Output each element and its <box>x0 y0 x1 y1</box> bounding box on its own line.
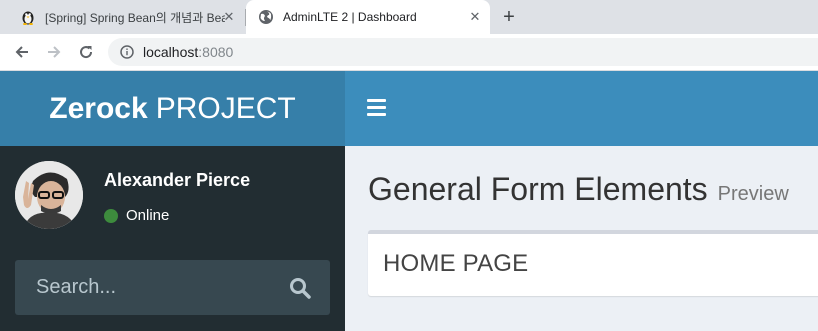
browser-tab-adminlte[interactable]: AdminLTE 2 | Dashboard ✕ <box>246 0 490 34</box>
sidebar: Alexander Pierce Online <box>0 146 345 331</box>
new-tab-button[interactable]: + <box>498 6 520 28</box>
tab-title: [Spring] Spring Bean의 개념과 Bean <box>45 10 225 25</box>
online-status-icon <box>104 208 118 223</box>
content-box: HOME PAGE <box>368 230 818 296</box>
user-name: Alexander Pierce <box>104 170 251 190</box>
top-navbar <box>345 71 818 146</box>
page-title-text: General Form Elements <box>368 171 708 207</box>
browser-tab-spring-bean[interactable]: [Spring] Spring Bean의 개념과 Bean ✕ <box>8 0 244 34</box>
page-subtitle: Preview <box>717 183 789 205</box>
close-tab-icon[interactable]: ✕ <box>468 10 482 24</box>
browser-toolbar: localhost:8080 <box>0 34 818 71</box>
sidebar-search-form <box>15 260 330 315</box>
page-title: General Form Elements Preview <box>368 171 789 208</box>
logo[interactable]: Zerock PROJECT <box>0 71 345 146</box>
status-label: Online <box>126 207 170 224</box>
info-icon[interactable] <box>120 45 134 59</box>
back-arrow-icon[interactable] <box>11 41 33 63</box>
url-host: localhost <box>143 44 199 60</box>
avatar <box>15 161 83 229</box>
url-port: :8080 <box>198 44 234 60</box>
tab-title: AdminLTE 2 | Dashboard <box>283 10 417 24</box>
browser-tab-strip: [Spring] Spring Bean의 개념과 Bean ✕ AdminLT… <box>0 0 818 34</box>
penguin-icon <box>20 9 36 25</box>
forward-arrow-icon[interactable] <box>43 41 65 63</box>
globe-icon <box>258 9 274 25</box>
search-icon[interactable] <box>288 276 312 300</box>
box-title: HOME PAGE <box>383 250 529 277</box>
address-bar[interactable]: localhost:8080 <box>108 38 818 66</box>
close-tab-icon[interactable]: ✕ <box>222 10 236 24</box>
sidebar-search-input[interactable] <box>15 260 275 315</box>
admin-app: Zerock PROJECT Alexander Pierce Online S… <box>0 71 818 331</box>
sidebar-toggle-icon[interactable] <box>367 99 386 116</box>
content-wrapper: General Form Elements Preview HOME PAGE <box>345 146 818 331</box>
reload-icon[interactable] <box>75 41 97 63</box>
logo-text: PROJECT <box>155 91 296 125</box>
logo-bold-text: Zerock <box>49 91 148 125</box>
user-status: Online <box>104 207 169 224</box>
